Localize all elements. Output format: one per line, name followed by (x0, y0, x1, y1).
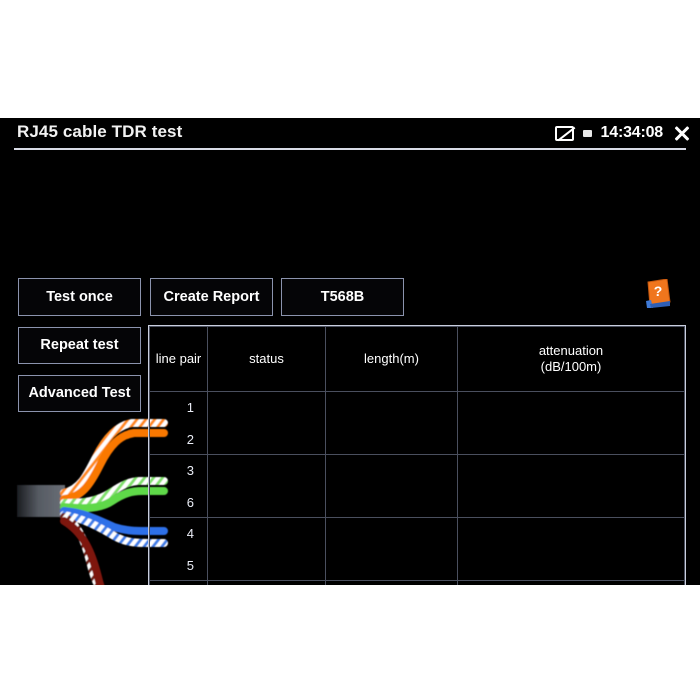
clock: 14:34:08 (600, 124, 664, 141)
table-row[interactable]: 4 5 (149, 517, 685, 581)
screenshot-icon[interactable] (554, 125, 574, 141)
wiring-standard-button[interactable]: T568B (281, 278, 404, 316)
pin-number-a: 3 (186, 462, 194, 478)
column-header-attenuation: attenuation (dB/100m) (457, 326, 685, 392)
status-area: 14:34:08 (554, 121, 690, 145)
cell-status (207, 517, 326, 581)
table-row[interactable]: 3 6 (149, 454, 685, 518)
device-screen: RJ45 cable TDR test 14:34:08 Test once C… (0, 118, 700, 585)
cell-line-pair: 3 6 (149, 454, 208, 518)
cell-status (207, 580, 326, 585)
cell-length (325, 517, 458, 581)
pin-number-a: 1 (186, 399, 194, 415)
tdr-results-table: line pair status length(m) attenuation (… (148, 325, 686, 585)
cell-length (325, 580, 458, 585)
pin-number-a: 4 (186, 525, 194, 541)
page-title: RJ45 cable TDR test (17, 122, 183, 141)
attenuation-label-2: (dB/100m) (540, 359, 602, 374)
cable-jacket (17, 485, 65, 517)
advanced-test-button[interactable]: Advanced Test (18, 375, 141, 412)
test-once-button[interactable]: Test once (18, 278, 141, 316)
cell-status (207, 391, 326, 455)
table-row[interactable]: 7 8 (149, 580, 685, 585)
repeat-test-button[interactable]: Repeat test (18, 327, 141, 364)
create-report-button[interactable]: Create Report (150, 278, 273, 316)
cell-attenuation (457, 580, 685, 585)
cell-line-pair: 1 2 (149, 391, 208, 455)
column-header-status: status (207, 326, 326, 392)
title-bar: RJ45 cable TDR test 14:34:08 (0, 118, 700, 149)
table-row[interactable]: 1 2 (149, 391, 685, 455)
pin-number-b: 2 (186, 431, 194, 447)
title-divider (14, 148, 686, 150)
svg-text:?: ? (654, 283, 663, 299)
attenuation-label-1: attenuation (538, 342, 604, 358)
column-header-line-pair: line pair (149, 326, 208, 392)
column-header-length: length(m) (325, 326, 458, 392)
cell-line-pair: 7 8 (149, 580, 208, 585)
help-book-icon[interactable]: ? (645, 279, 671, 308)
pin-number-b: 6 (186, 494, 194, 510)
cell-attenuation (457, 517, 685, 581)
table-header-row: line pair status length(m) attenuation (… (149, 326, 685, 392)
pin-number-b: 5 (186, 557, 194, 573)
cell-status (207, 454, 326, 518)
battery-icon (582, 130, 592, 137)
cell-length (325, 391, 458, 455)
close-icon[interactable] (674, 125, 690, 141)
cell-attenuation (457, 454, 685, 518)
cell-line-pair: 4 5 (149, 517, 208, 581)
cell-length (325, 454, 458, 518)
cell-attenuation (457, 391, 685, 455)
